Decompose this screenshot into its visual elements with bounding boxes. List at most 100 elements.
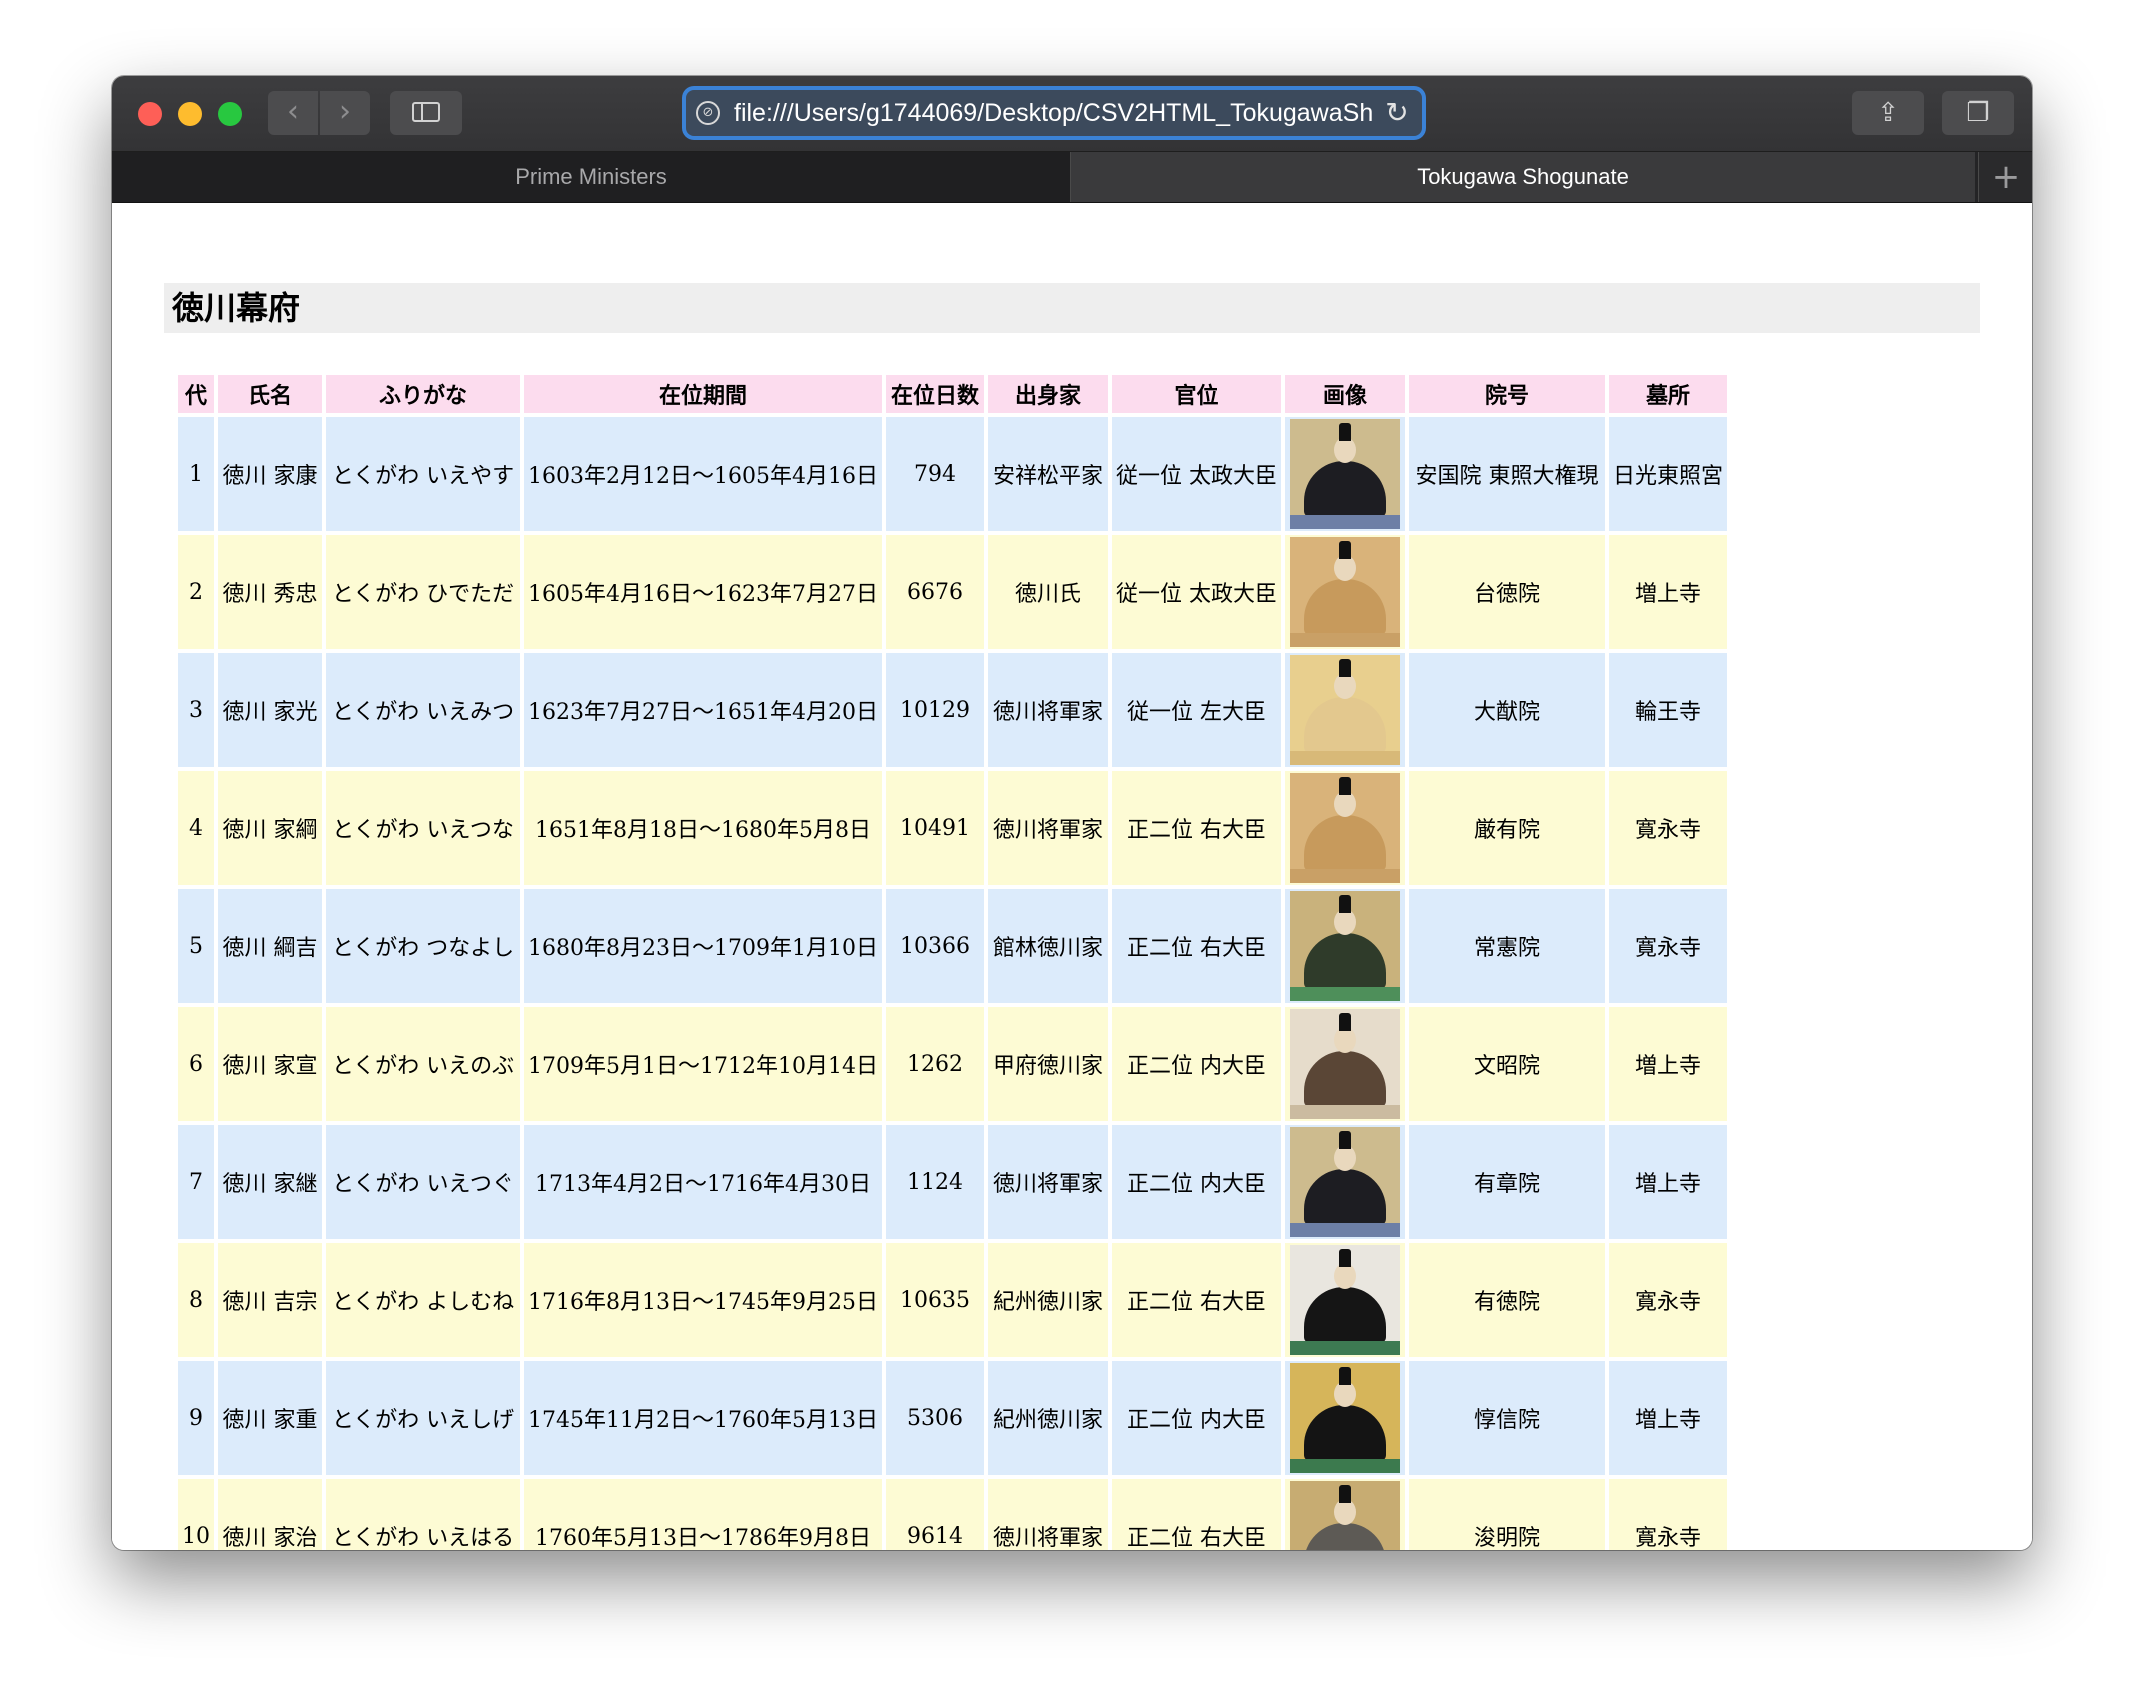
shogun-portrait-image bbox=[1290, 1009, 1400, 1119]
name-cell: 徳川 家重 bbox=[218, 1361, 322, 1475]
portrait-cell bbox=[1285, 535, 1405, 649]
rank-cell: 正二位 内大臣 bbox=[1112, 1007, 1281, 1121]
table-row: 10 徳川 家治 とくがわ いえはる 1760年5月13日〜1786年9月8日 9614… bbox=[178, 1479, 1728, 1550]
days-cell: 1262 bbox=[886, 1007, 984, 1121]
url-text[interactable]: file:///Users/g1744069/Desktop/CSV2HTML_… bbox=[734, 90, 1374, 136]
ingo-cell: 大猷院 bbox=[1409, 653, 1605, 767]
generation-cell: 10 bbox=[178, 1479, 214, 1550]
days-cell: 10491 bbox=[886, 771, 984, 885]
name-cell: 徳川 綱吉 bbox=[218, 889, 322, 1003]
period-cell: 1605年4月16日〜1623年7月27日 bbox=[524, 535, 882, 649]
period-cell: 1745年11月2日〜1760年5月13日 bbox=[524, 1361, 882, 1475]
family-cell: 徳川将軍家 bbox=[988, 653, 1108, 767]
shogun-portrait-image bbox=[1290, 1481, 1400, 1550]
days-cell: 1124 bbox=[886, 1125, 984, 1239]
furigana-cell: とくがわ いえやす bbox=[326, 417, 520, 531]
header-rank: 官位 bbox=[1112, 375, 1281, 413]
shogun-portrait-image bbox=[1290, 537, 1400, 647]
family-cell: 徳川将軍家 bbox=[988, 1479, 1108, 1550]
family-cell: 紀州徳川家 bbox=[988, 1361, 1108, 1475]
period-cell: 1713年4月2日〜1716年4月30日 bbox=[524, 1125, 882, 1239]
header-days: 在位日数 bbox=[886, 375, 984, 413]
grave-cell: 増上寺 bbox=[1609, 1007, 1728, 1121]
zoom-window-button[interactable] bbox=[218, 102, 242, 126]
portrait-cell bbox=[1285, 1007, 1405, 1121]
table-row: 3 徳川 家光 とくがわ いえみつ 1623年7月27日〜1651年4月20日 1012… bbox=[178, 653, 1728, 767]
ingo-cell: 有徳院 bbox=[1409, 1243, 1605, 1357]
ingo-cell: 惇信院 bbox=[1409, 1361, 1605, 1475]
portrait-cell bbox=[1285, 417, 1405, 531]
share-icon: ⇪ bbox=[1877, 98, 1899, 128]
shogun-portrait-image bbox=[1290, 773, 1400, 883]
days-cell: 9614 bbox=[886, 1479, 984, 1550]
tab-overview-button[interactable]: ❐ bbox=[1942, 91, 2014, 135]
minimize-window-button[interactable] bbox=[178, 102, 202, 126]
tab-tokugawa-shogunate[interactable]: Tokugawa Shogunate bbox=[1071, 152, 1975, 202]
furigana-cell: とくがわ いえしげ bbox=[326, 1361, 520, 1475]
header-family: 出身家 bbox=[988, 375, 1108, 413]
generation-cell: 5 bbox=[178, 889, 214, 1003]
furigana-cell: とくがわ いえつな bbox=[326, 771, 520, 885]
tab-prime-ministers[interactable]: Prime Ministers bbox=[112, 152, 1071, 202]
shogun-portrait-image bbox=[1290, 419, 1400, 529]
days-cell: 10129 bbox=[886, 653, 984, 767]
reload-icon[interactable]: ↻ bbox=[1382, 96, 1412, 130]
furigana-cell: とくがわ よしむね bbox=[326, 1243, 520, 1357]
header-name: 氏名 bbox=[218, 375, 322, 413]
generation-cell: 2 bbox=[178, 535, 214, 649]
table-row: 2 徳川 秀忠 とくがわ ひでただ 1605年4月16日〜1623年7月27日 6676… bbox=[178, 535, 1728, 649]
ingo-cell: 有章院 bbox=[1409, 1125, 1605, 1239]
grave-cell: 日光東照宮 bbox=[1609, 417, 1728, 531]
close-window-button[interactable] bbox=[138, 102, 162, 126]
period-cell: 1709年5月1日〜1712年10月14日 bbox=[524, 1007, 882, 1121]
grave-cell: 増上寺 bbox=[1609, 1125, 1728, 1239]
name-cell: 徳川 家継 bbox=[218, 1125, 322, 1239]
table-header-row: 代 氏名 ふりがな 在位期間 在位日数 出身家 官位 画像 院号 墓所 bbox=[178, 375, 1728, 413]
tab-bar: Prime Ministers Tokugawa Shogunate + bbox=[112, 152, 2032, 203]
generation-cell: 9 bbox=[178, 1361, 214, 1475]
share-button[interactable]: ⇪ bbox=[1852, 91, 1924, 135]
name-cell: 徳川 家治 bbox=[218, 1479, 322, 1550]
days-cell: 10635 bbox=[886, 1243, 984, 1357]
rank-cell: 従一位 太政大臣 bbox=[1112, 417, 1281, 531]
header-period: 在位期間 bbox=[524, 375, 882, 413]
ingo-cell: 台徳院 bbox=[1409, 535, 1605, 649]
days-cell: 794 bbox=[886, 417, 984, 531]
generation-cell: 7 bbox=[178, 1125, 214, 1239]
generation-cell: 1 bbox=[178, 417, 214, 531]
back-button[interactable]: ‹ bbox=[268, 91, 318, 135]
name-cell: 徳川 家綱 bbox=[218, 771, 322, 885]
family-cell: 徳川将軍家 bbox=[988, 771, 1108, 885]
sidebar-toggle-button[interactable] bbox=[390, 91, 462, 135]
plus-icon: + bbox=[1991, 157, 2021, 197]
portrait-cell bbox=[1285, 1479, 1405, 1550]
page-content: 徳川幕府 代 氏名 ふりがな 在位期間 在位日数 出身家 官位 画像 院号 墓所… bbox=[112, 203, 2032, 1550]
address-bar[interactable]: ⊘ file:///Users/g1744069/Desktop/CSV2HTM… bbox=[686, 90, 1422, 136]
grave-cell: 寛永寺 bbox=[1609, 1479, 1728, 1550]
furigana-cell: とくがわ いえみつ bbox=[326, 653, 520, 767]
shogun-portrait-image bbox=[1290, 1363, 1400, 1473]
period-cell: 1680年8月23日〜1709年1月10日 bbox=[524, 889, 882, 1003]
shogun-portrait-image bbox=[1290, 1245, 1400, 1355]
new-tab-button[interactable]: + bbox=[1978, 152, 2032, 202]
ingo-cell: 文昭院 bbox=[1409, 1007, 1605, 1121]
family-cell: 安祥松平家 bbox=[988, 417, 1108, 531]
name-cell: 徳川 秀忠 bbox=[218, 535, 322, 649]
grave-cell: 寛永寺 bbox=[1609, 889, 1728, 1003]
shogun-portrait-image bbox=[1290, 1127, 1400, 1237]
table-row: 5 徳川 綱吉 とくがわ つなよし 1680年8月23日〜1709年1月10日 1036… bbox=[178, 889, 1728, 1003]
days-cell: 5306 bbox=[886, 1361, 984, 1475]
grave-cell: 寛永寺 bbox=[1609, 771, 1728, 885]
family-cell: 館林徳川家 bbox=[988, 889, 1108, 1003]
portrait-cell bbox=[1285, 1361, 1405, 1475]
days-cell: 6676 bbox=[886, 535, 984, 649]
table-row: 1 徳川 家康 とくがわ いえやす 1603年2月12日〜1605年4月16日 794 安… bbox=[178, 417, 1728, 531]
rank-cell: 正二位 右大臣 bbox=[1112, 1243, 1281, 1357]
generation-cell: 8 bbox=[178, 1243, 214, 1357]
rank-cell: 従一位 左大臣 bbox=[1112, 653, 1281, 767]
generation-cell: 4 bbox=[178, 771, 214, 885]
header-furigana: ふりがな bbox=[326, 375, 520, 413]
forward-button[interactable]: › bbox=[320, 91, 370, 135]
grave-cell: 輪王寺 bbox=[1609, 653, 1728, 767]
chevron-left-icon: ‹ bbox=[287, 94, 299, 129]
